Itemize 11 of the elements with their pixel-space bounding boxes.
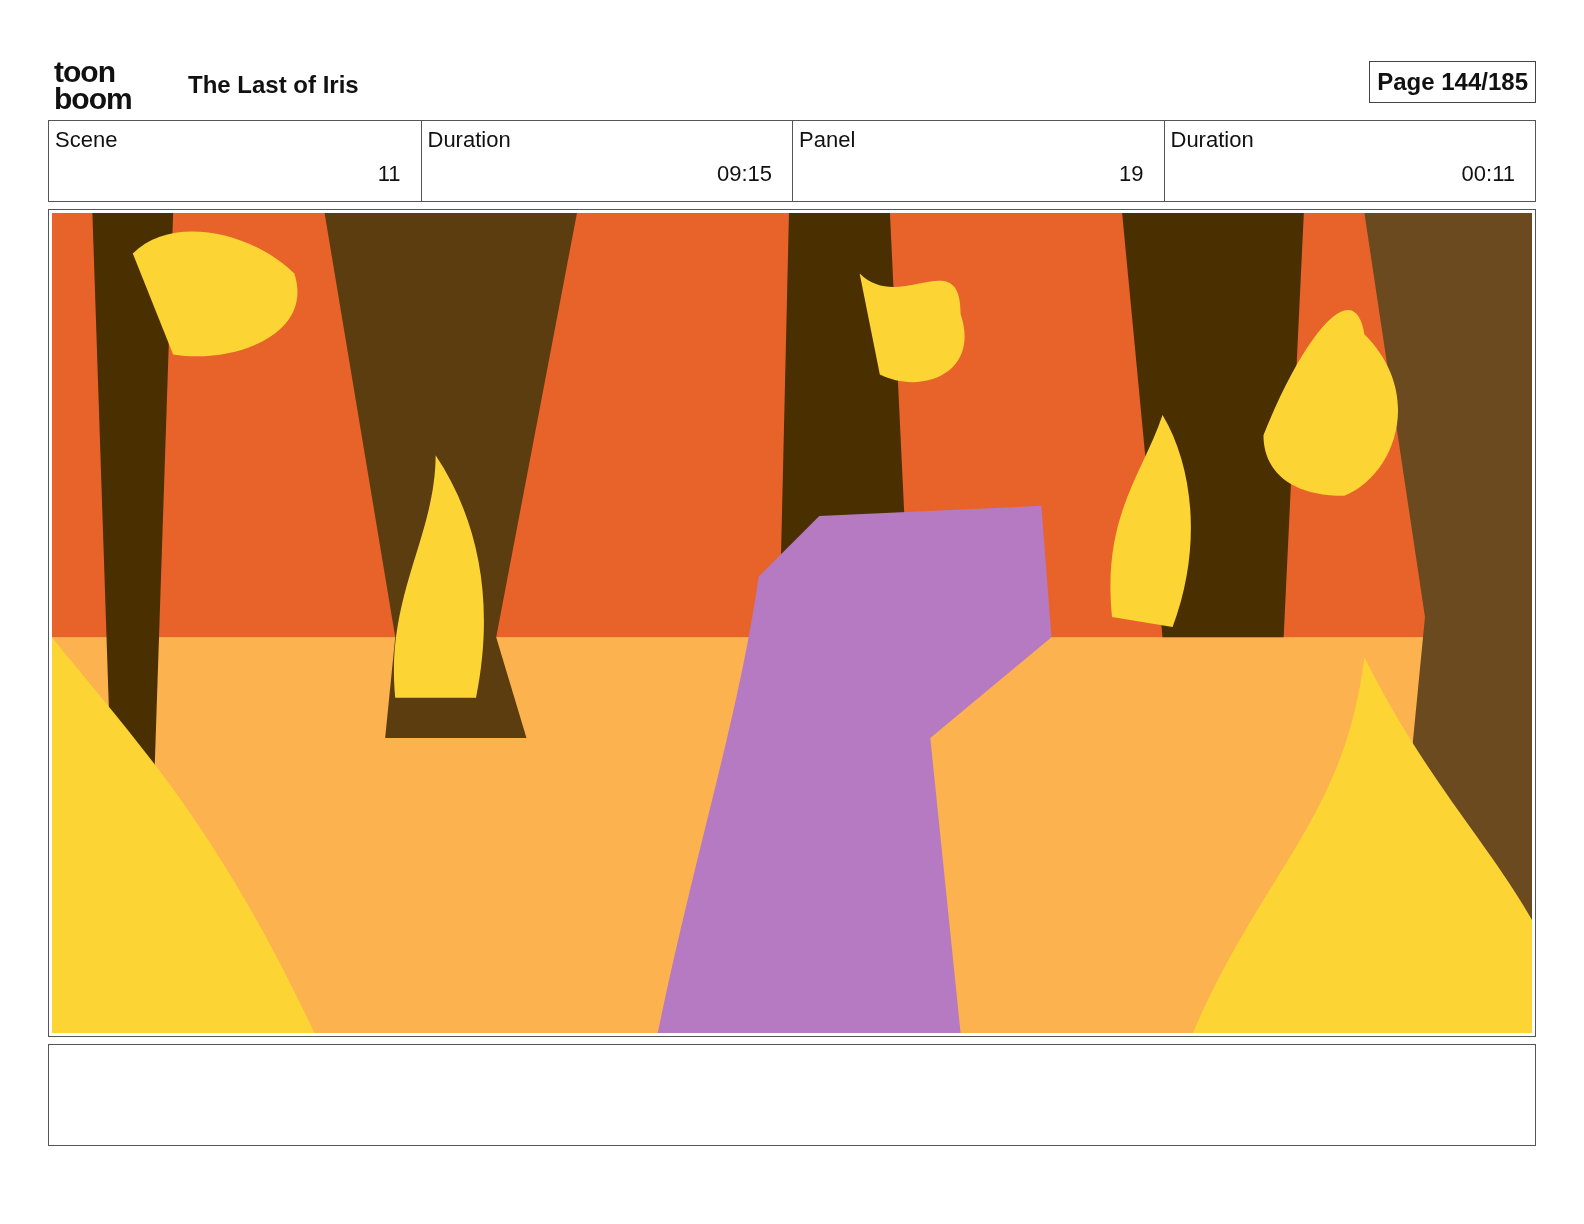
field-value: 00:11 [1461,161,1515,187]
project-title: The Last of Iris [188,71,360,99]
logo: toon boom [54,58,133,112]
field-label: Scene [55,127,119,153]
field-label: Panel [799,127,857,153]
field-value: 11 [377,161,401,187]
field-label: Duration [427,127,512,153]
page-number: Page 144/185 [1369,61,1536,103]
field-value: 09:15 [716,161,772,187]
field-label: Duration [1170,127,1255,153]
field-value: 19 [1119,161,1144,187]
